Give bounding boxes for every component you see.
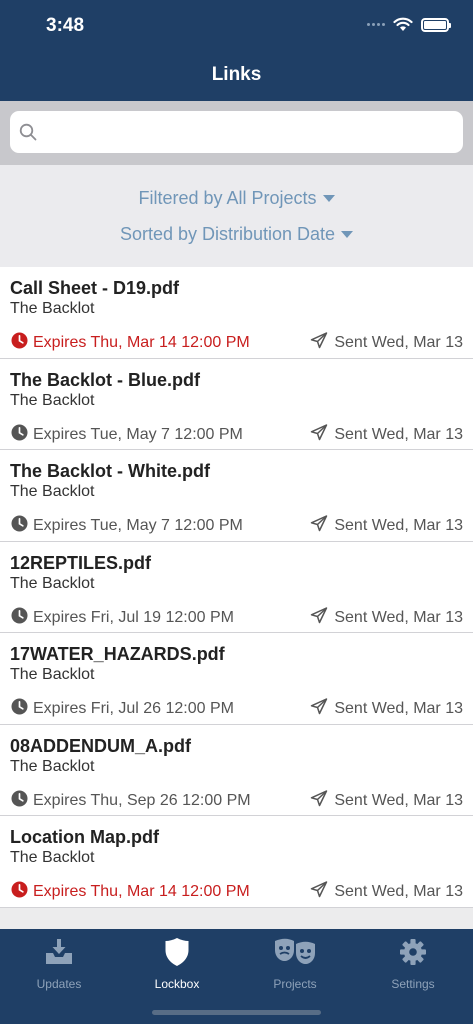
expiration-text: Expires Thu, Mar 14 12:00 PM <box>33 883 250 900</box>
paper-plane-icon <box>310 789 328 812</box>
link-row[interactable]: 08ADDENDUM_A.pdf The Backlot Expires Thu… <box>0 724 473 816</box>
tab-label: Settings <box>391 977 435 991</box>
expiration-text: Expires Fri, Jul 26 12:00 PM <box>33 700 234 717</box>
clock-icon <box>11 424 28 446</box>
expiration-text: Expires Tue, May 7 12:00 PM <box>33 425 243 443</box>
sent-text: Sent Wed, Mar 13 <box>334 700 463 717</box>
link-project: The Backlot <box>10 574 95 592</box>
link-project: The Backlot <box>10 849 95 866</box>
link-row[interactable]: 17WATER_HAZARDS.pdf The Backlot Expires … <box>0 633 473 725</box>
expiration-text: Expires Thu, Mar 14 12:00 PM <box>33 334 250 351</box>
status-icons <box>367 17 451 32</box>
sent-text: Sent Wed, Mar 13 <box>334 517 463 534</box>
link-row[interactable]: The Backlot - Blue.pdf The Backlot Expir… <box>0 358 473 450</box>
tab-label: Lockbox <box>154 977 200 991</box>
tab-updates[interactable]: Updates <box>0 937 118 991</box>
paper-plane-icon <box>310 606 328 629</box>
sent-date: Sent Wed, Mar 13 <box>310 789 463 812</box>
clock-icon <box>11 515 28 537</box>
paper-plane-icon <box>310 698 328 720</box>
expiration-text: Expires Thu, Sep 26 12:00 PM <box>33 791 251 809</box>
tab-lockbox[interactable]: Lockbox <box>118 937 236 991</box>
expiration-text: Expires Tue, May 7 12:00 PM <box>33 517 243 534</box>
nav-header: 3:48 Links <box>0 0 473 101</box>
paper-plane-icon <box>310 423 328 446</box>
link-row[interactable]: 12REPTILES.pdf The Backlot Expires Fri, … <box>0 541 473 633</box>
clock-icon <box>11 698 28 720</box>
signal-icon <box>367 23 385 26</box>
theater-masks-icon <box>236 937 354 967</box>
paper-plane-icon <box>310 515 328 537</box>
paper-plane-icon <box>310 332 328 354</box>
inbox-download-icon <box>0 937 118 967</box>
sent-text: Sent Wed, Mar 13 <box>334 608 463 626</box>
link-project: The Backlot <box>10 300 95 317</box>
link-row[interactable]: The Backlot - White.pdf The Backlot Expi… <box>0 450 473 542</box>
expiration: Expires Fri, Jul 26 12:00 PM <box>11 698 234 720</box>
expiration: Expires Tue, May 7 12:00 PM <box>11 515 243 537</box>
tab-settings[interactable]: Settings <box>354 937 472 991</box>
link-filename: The Backlot - Blue.pdf <box>10 369 201 390</box>
sent-date: Sent Wed, Mar 13 <box>310 698 463 720</box>
clock-icon <box>11 790 28 812</box>
paper-plane-icon <box>310 881 328 903</box>
gear-icon <box>354 937 472 967</box>
link-filename: 12REPTILES.pdf <box>10 552 152 573</box>
link-filename: The Backlot - White.pdf <box>10 461 210 481</box>
status-time: 3:48 <box>46 15 85 36</box>
link-row[interactable]: Location Map.pdf The Backlot Expires Thu… <box>0 816 473 908</box>
sent-date: Sent Wed, Mar 13 <box>310 332 463 354</box>
page-title: Links <box>211 64 262 85</box>
link-filename: Location Map.pdf <box>10 827 159 847</box>
search-input[interactable] <box>10 111 463 153</box>
project-filter-button[interactable]: Filtered by All Projects <box>0 188 473 209</box>
expiration: Expires Fri, Jul 19 12:00 PM <box>11 607 234 629</box>
clock-icon <box>11 881 28 903</box>
link-filename: Call Sheet - D19.pdf <box>10 278 180 298</box>
clock-icon <box>11 332 28 354</box>
expiration: Expires Thu, Mar 14 12:00 PM <box>11 881 250 903</box>
sent-text: Sent Wed, Mar 13 <box>334 791 463 809</box>
sent-text: Sent Wed, Mar 13 <box>334 425 463 443</box>
sent-date: Sent Wed, Mar 13 <box>310 515 463 537</box>
battery-icon <box>421 17 451 32</box>
caret-down-icon <box>341 231 354 238</box>
tab-label: Projects <box>273 977 317 991</box>
tab-label: Updates <box>36 977 82 991</box>
sort-order-button[interactable]: Sorted by Distribution Date <box>0 224 473 245</box>
search-bar <box>0 101 473 165</box>
link-project: The Backlot <box>10 483 95 500</box>
home-indicator <box>152 1010 321 1015</box>
sent-date: Sent Wed, Mar 13 <box>310 606 463 629</box>
link-project: The Backlot <box>10 757 95 775</box>
sort-order-label: Sorted by Distribution Date <box>119 224 336 244</box>
clock-icon <box>11 607 28 629</box>
link-row[interactable]: Call Sheet - D19.pdf The Backlot Expires… <box>0 267 473 359</box>
sent-text: Sent Wed, Mar 13 <box>334 883 463 900</box>
sent-text: Sent Wed, Mar 13 <box>334 334 463 351</box>
sent-date: Sent Wed, Mar 13 <box>310 881 463 903</box>
link-filename: 17WATER_HAZARDS.pdf <box>10 644 225 664</box>
search-icon <box>19 123 37 141</box>
shield-icon <box>118 937 236 967</box>
filter-panel: Filtered by All Projects Sorted by Distr… <box>0 165 473 267</box>
wifi-icon <box>393 17 413 31</box>
expiration-text: Expires Fri, Jul 19 12:00 PM <box>33 608 234 626</box>
expiration: Expires Thu, Sep 26 12:00 PM <box>11 790 251 812</box>
project-filter-label: Filtered by All Projects <box>138 188 317 208</box>
tab-projects[interactable]: Projects <box>236 937 354 991</box>
expiration: Expires Tue, May 7 12:00 PM <box>11 424 243 446</box>
link-filename: 08ADDENDUM_A.pdf <box>10 735 192 756</box>
links-list: Call Sheet - D19.pdf The Backlot Expires… <box>0 267 473 908</box>
caret-down-icon <box>322 195 335 202</box>
sent-date: Sent Wed, Mar 13 <box>310 423 463 446</box>
link-project: The Backlot <box>10 391 95 409</box>
expiration: Expires Thu, Mar 14 12:00 PM <box>11 332 250 354</box>
link-project: The Backlot <box>10 666 95 683</box>
